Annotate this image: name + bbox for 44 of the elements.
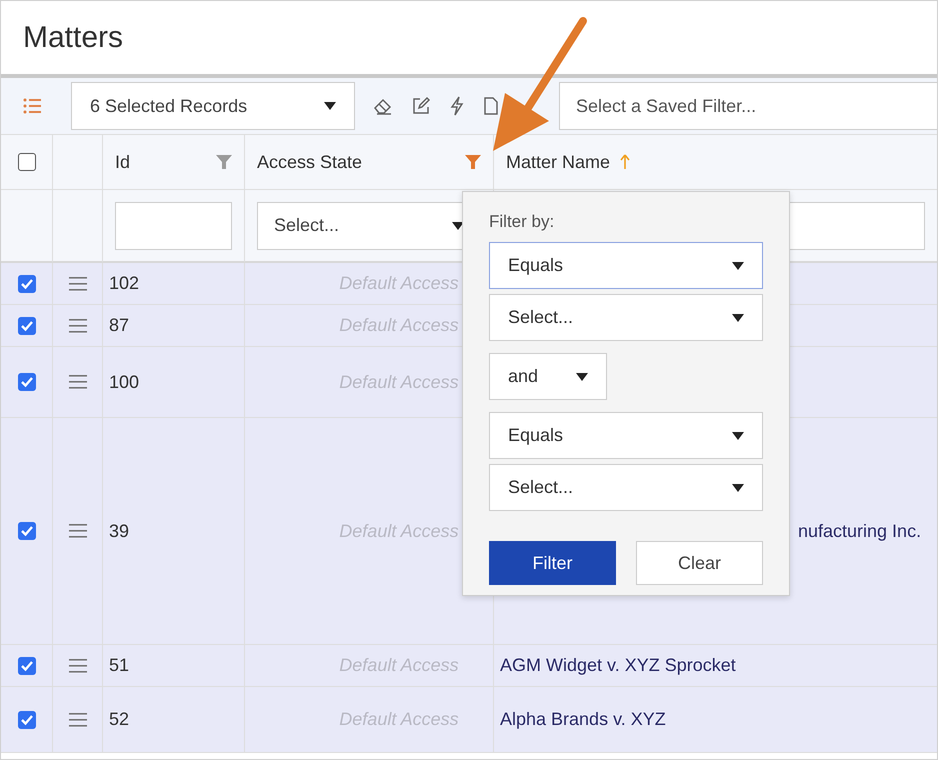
filter-select[interactable]: Equals (489, 412, 763, 459)
column-header[interactable]: Matter Name (506, 152, 610, 172)
row-checkbox[interactable] (18, 316, 36, 334)
id-cell: 39 (109, 520, 130, 542)
row-checkbox[interactable] (18, 710, 36, 728)
lightning-icon[interactable] (449, 96, 465, 116)
drag-handle-icon[interactable] (68, 375, 86, 389)
joiner-select[interactable]: and (489, 353, 607, 400)
matter-name-cell: AGM Widget v. XYZ Sprocket (500, 655, 736, 676)
column-header[interactable]: Id (115, 152, 130, 172)
drag-handle-icon[interactable] (68, 524, 86, 538)
row-checkbox[interactable] (18, 274, 36, 292)
row-checkbox[interactable] (18, 373, 36, 391)
clear-button[interactable]: Clear (636, 541, 763, 585)
id-cell: 51 (109, 655, 130, 676)
list-icon[interactable] (23, 98, 41, 114)
matter-name-cell: Alpha Brands v. XYZ (500, 709, 666, 730)
filter-button[interactable]: Filter (489, 541, 616, 585)
matter-name-cell: nufacturing Inc. (798, 520, 922, 542)
row-checkbox[interactable] (18, 522, 36, 540)
select-all-checkbox[interactable] (18, 153, 36, 171)
filter-select[interactable]: Select... (489, 464, 763, 511)
row-checkbox[interactable] (18, 656, 36, 674)
records-select[interactable]: 6 Selected Records (71, 82, 355, 130)
drag-handle-icon[interactable] (68, 712, 86, 726)
filter-select[interactable]: Equals (489, 242, 763, 289)
eraser-icon[interactable] (373, 97, 393, 115)
filter-select[interactable]: Select... (489, 294, 763, 341)
drag-handle-icon[interactable] (68, 276, 86, 290)
filter-icon[interactable] (216, 154, 232, 170)
drag-handle-icon[interactable] (68, 658, 86, 672)
column-header[interactable]: Access State (257, 152, 362, 172)
id-cell: 52 (109, 709, 130, 730)
document-icon[interactable] (483, 96, 499, 116)
id-cell: 102 (109, 273, 140, 294)
id-cell: 87 (109, 315, 130, 336)
saved-filter-select[interactable]: Select a Saved Filter... (559, 82, 937, 130)
filter-icon[interactable] (465, 154, 481, 170)
id-cell: 100 (109, 372, 140, 392)
page-title: Matters (23, 20, 124, 54)
filter-by-label: Filter by: (489, 212, 556, 232)
drag-handle-icon[interactable] (68, 318, 86, 332)
id-filter-field[interactable] (115, 202, 232, 250)
edit-icon[interactable] (411, 96, 431, 116)
